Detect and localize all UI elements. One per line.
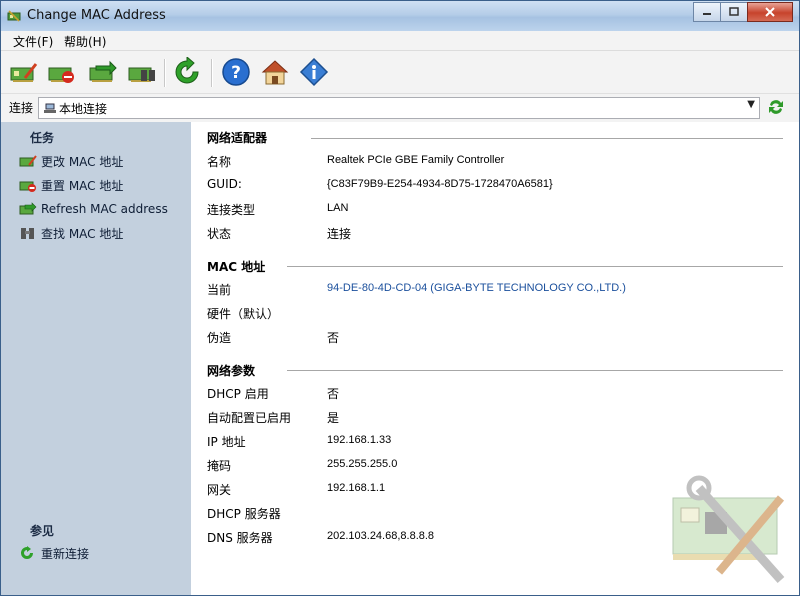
change-mac-icon: [19, 155, 37, 167]
row-value: 否: [327, 387, 340, 401]
help-icon: ?: [222, 58, 250, 86]
row-label: 伪造: [207, 331, 232, 345]
toolbar: ?: [1, 51, 799, 94]
window-controls: [693, 2, 793, 22]
toolbar-change-mac-button[interactable]: [7, 56, 41, 88]
menu-help[interactable]: 帮助(H): [64, 33, 106, 50]
toolbar-separator: [164, 59, 166, 87]
row-value: 否: [327, 331, 340, 345]
window-title: Change MAC Address: [27, 8, 166, 23]
row-label: 当前: [207, 283, 232, 297]
toolbar-reset-mac-button[interactable]: [45, 56, 79, 88]
row-label: 硬件（默认）: [207, 307, 280, 321]
toolbar-refresh-mac-button[interactable]: [86, 56, 120, 88]
binoculars-icon: [21, 228, 34, 239]
row-value: 202.103.24.68,8.8.8.8: [327, 530, 435, 542]
current-mac-link[interactable]: 94-DE-80-4D-CD-04 (GIGA-BYTE TECHNOLOGY …: [327, 282, 626, 294]
home-icon: [261, 60, 289, 85]
see-also-reconnect-label: 重新连接: [41, 546, 90, 561]
title-bar: Change MAC Address: [1, 1, 799, 31]
refresh-connections-icon[interactable]: [767, 98, 785, 116]
task-refresh-mac[interactable]: Refresh MAC address: [19, 200, 168, 218]
chevron-down-icon: ▼: [747, 99, 755, 110]
svg-text:?: ?: [231, 63, 241, 83]
refresh-mac-icon: [89, 60, 117, 82]
section-divider: [287, 370, 783, 371]
close-button[interactable]: [747, 2, 793, 22]
connection-label: 连接: [9, 101, 34, 115]
task-change-mac[interactable]: 更改 MAC 地址: [19, 152, 123, 170]
connection-select[interactable]: 本地连接 ▼: [38, 97, 760, 119]
menu-bar: 文件(F) 帮助(H): [1, 31, 799, 51]
section-divider: [311, 138, 783, 139]
task-find-mac-label: 查找 MAC 地址: [41, 226, 124, 241]
row-value: 192.168.1.1: [327, 482, 386, 494]
row-label: 掩码: [207, 459, 232, 473]
task-sidebar: 任务 更改 MAC 地址 重置 MAC 地址 Refresh MAC addre…: [1, 122, 191, 595]
info-icon: [299, 57, 329, 87]
change-mac-icon: [10, 63, 38, 82]
toolbar-separator: [211, 59, 213, 87]
row-value: Realtek PCIe GBE Family Controller: [327, 154, 505, 166]
task-reset-mac[interactable]: 重置 MAC 地址: [19, 176, 123, 194]
maximize-icon: [729, 7, 739, 16]
app-window: Change MAC Address 文件(F) 帮助(H) ? 连接 本地连接…: [0, 0, 800, 596]
toolbar-home-button[interactable]: [258, 56, 292, 88]
row-label: IP 地址: [207, 435, 246, 449]
see-also-heading: 参见: [30, 524, 55, 538]
reset-mac-icon: [48, 67, 74, 83]
section-title-params: 网络参数: [207, 364, 256, 378]
row-label: 自动配置已启用: [207, 411, 292, 425]
details-panel: 网络适配器 名称 Realtek PCIe GBE Family Control…: [191, 122, 799, 595]
section-divider: [287, 266, 783, 267]
row-label: GUID:: [207, 177, 242, 191]
row-label: 连接类型: [207, 203, 256, 217]
minimize-icon: [703, 13, 711, 15]
task-reset-mac-label: 重置 MAC 地址: [41, 178, 124, 193]
row-label: DNS 服务器: [207, 531, 273, 545]
row-value: 255.255.255.0: [327, 458, 398, 470]
task-refresh-mac-label: Refresh MAC address: [41, 202, 168, 216]
minimize-button[interactable]: [693, 2, 721, 22]
row-label: DHCP 服务器: [207, 507, 281, 521]
row-label: DHCP 启用: [207, 387, 269, 401]
reconnect-icon: [21, 546, 33, 559]
row-value: 是: [327, 411, 340, 425]
find-mac-icon: [128, 67, 155, 82]
connection-selected-value: 本地连接: [59, 102, 108, 116]
close-icon: [765, 7, 775, 17]
section-title-mac: MAC 地址: [207, 260, 266, 274]
toolbar-info-button[interactable]: [297, 56, 331, 88]
toolbar-help-button[interactable]: ?: [219, 56, 253, 88]
section-title-adapter: 网络适配器: [207, 131, 268, 145]
reset-mac-icon: [19, 181, 36, 192]
row-value: LAN: [327, 202, 349, 214]
maximize-button[interactable]: [720, 2, 748, 22]
row-label: 状态: [207, 227, 232, 241]
row-value: 192.168.1.33: [327, 434, 392, 446]
task-change-mac-label: 更改 MAC 地址: [41, 154, 124, 169]
tasks-heading: 任务: [30, 131, 55, 145]
refresh-mac-icon: [19, 202, 37, 215]
toolbar-find-mac-button[interactable]: [125, 56, 159, 88]
task-find-mac[interactable]: 查找 MAC 地址: [19, 224, 123, 242]
row-label: 名称: [207, 155, 232, 169]
app-icon: [7, 10, 21, 22]
connection-bar: 连接 本地连接 ▼: [1, 94, 799, 122]
network-connection-icon: [44, 103, 56, 113]
reconnect-icon: [175, 57, 199, 84]
toolbar-reconnect-button[interactable]: [170, 56, 204, 88]
network-card-tools-watermark: [672, 475, 785, 583]
row-label: 网关: [207, 483, 232, 497]
see-also-reconnect[interactable]: 重新连接: [19, 544, 89, 562]
row-value: {C83F79B9-E254-4934-8D75-1728470A6581}: [327, 178, 553, 190]
menu-file[interactable]: 文件(F): [13, 33, 53, 50]
row-value: 连接: [327, 227, 352, 241]
